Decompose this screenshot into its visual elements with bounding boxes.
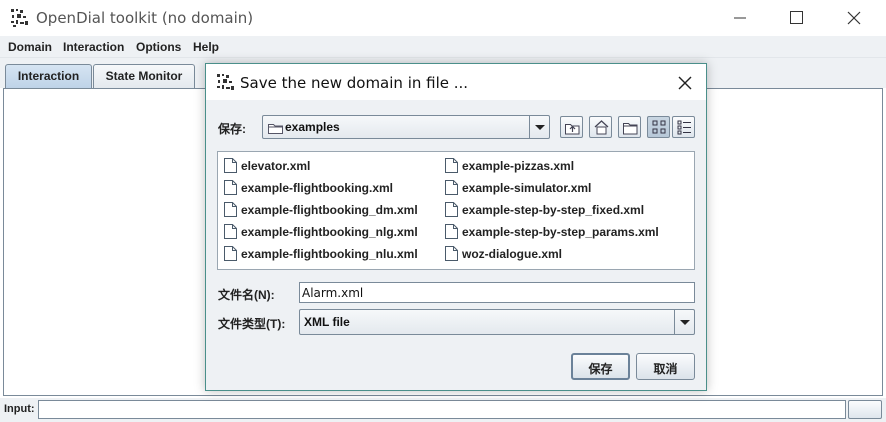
look-in-value: examples bbox=[285, 120, 340, 134]
opendial-app-icon bbox=[217, 74, 234, 90]
window-title: OpenDial toolkit (no domain) bbox=[36, 9, 254, 27]
input-bar: Input: bbox=[0, 398, 886, 422]
up-folder-icon bbox=[565, 124, 580, 135]
dialog-title-bar: Save the new domain in file ... bbox=[206, 64, 706, 100]
file-icon bbox=[445, 202, 458, 217]
list-view-button[interactable] bbox=[647, 116, 670, 138]
tab-interaction[interactable]: Interaction bbox=[5, 64, 92, 88]
new-folder-button[interactable] bbox=[618, 116, 641, 138]
file-icon bbox=[224, 224, 237, 239]
title-bar: OpenDial toolkit (no domain) bbox=[0, 0, 886, 36]
user-input-field[interactable] bbox=[38, 400, 846, 419]
file-list[interactable]: elevator.xml example-flightbooking.xml e… bbox=[217, 151, 695, 270]
close-window-button[interactable] bbox=[826, 0, 884, 36]
details-view-button[interactable] bbox=[672, 116, 695, 138]
file-icon bbox=[445, 246, 458, 261]
folder-icon bbox=[268, 124, 283, 134]
minimize-button[interactable] bbox=[710, 0, 768, 36]
save-button[interactable]: 保存 bbox=[571, 353, 630, 380]
file-type-combo[interactable]: XML file bbox=[299, 309, 695, 335]
cancel-button[interactable]: 取消 bbox=[636, 353, 695, 380]
dialog-close-button[interactable] bbox=[674, 72, 696, 94]
save-domain-dialog: Save the new domain in file ... 保存: exam… bbox=[205, 63, 707, 391]
menu-bar: Domain Interaction Options Help bbox=[0, 36, 886, 58]
look-in-dropdown-arrow[interactable] bbox=[529, 116, 549, 138]
file-name-input[interactable] bbox=[300, 283, 694, 302]
file-icon bbox=[224, 202, 237, 217]
list-view-icon bbox=[652, 120, 666, 134]
file-name-field[interactable] bbox=[299, 282, 695, 303]
menu-help[interactable]: Help bbox=[193, 40, 219, 54]
file-icon bbox=[224, 180, 237, 195]
input-submit-button[interactable] bbox=[848, 400, 882, 419]
minimize-icon bbox=[734, 17, 746, 19]
menu-interaction[interactable]: Interaction bbox=[63, 40, 124, 54]
file-icon bbox=[224, 246, 237, 261]
close-icon bbox=[847, 11, 861, 25]
file-icon bbox=[445, 180, 458, 195]
dialog-title: Save the new domain in file ... bbox=[240, 74, 469, 92]
look-in-label: 保存: bbox=[218, 122, 246, 136]
file-icon bbox=[445, 224, 458, 239]
chevron-down-icon bbox=[680, 320, 690, 325]
up-one-level-button[interactable] bbox=[560, 116, 583, 138]
file-type-dropdown-arrow[interactable] bbox=[674, 310, 694, 334]
file-icon bbox=[445, 158, 458, 173]
tab-state-monitor[interactable]: State Monitor bbox=[93, 64, 195, 88]
menu-domain[interactable]: Domain bbox=[8, 40, 52, 54]
close-icon bbox=[678, 76, 692, 90]
menu-options[interactable]: Options bbox=[136, 40, 181, 54]
opendial-app-icon bbox=[11, 9, 28, 27]
chevron-down-icon bbox=[535, 125, 545, 130]
details-view-icon bbox=[677, 120, 691, 135]
file-type-label: 文件类型(T): bbox=[218, 317, 286, 331]
input-label: Input: bbox=[4, 403, 35, 415]
new-folder-icon bbox=[623, 123, 638, 135]
file-type-value: XML file bbox=[304, 315, 350, 329]
home-button[interactable] bbox=[589, 116, 612, 138]
maximize-icon bbox=[790, 11, 803, 24]
file-icon bbox=[224, 158, 237, 173]
file-name-label: 文件名(N): bbox=[218, 288, 275, 302]
home-icon bbox=[594, 120, 609, 135]
look-in-combo[interactable]: examples bbox=[262, 115, 550, 139]
maximize-button[interactable] bbox=[767, 0, 825, 36]
